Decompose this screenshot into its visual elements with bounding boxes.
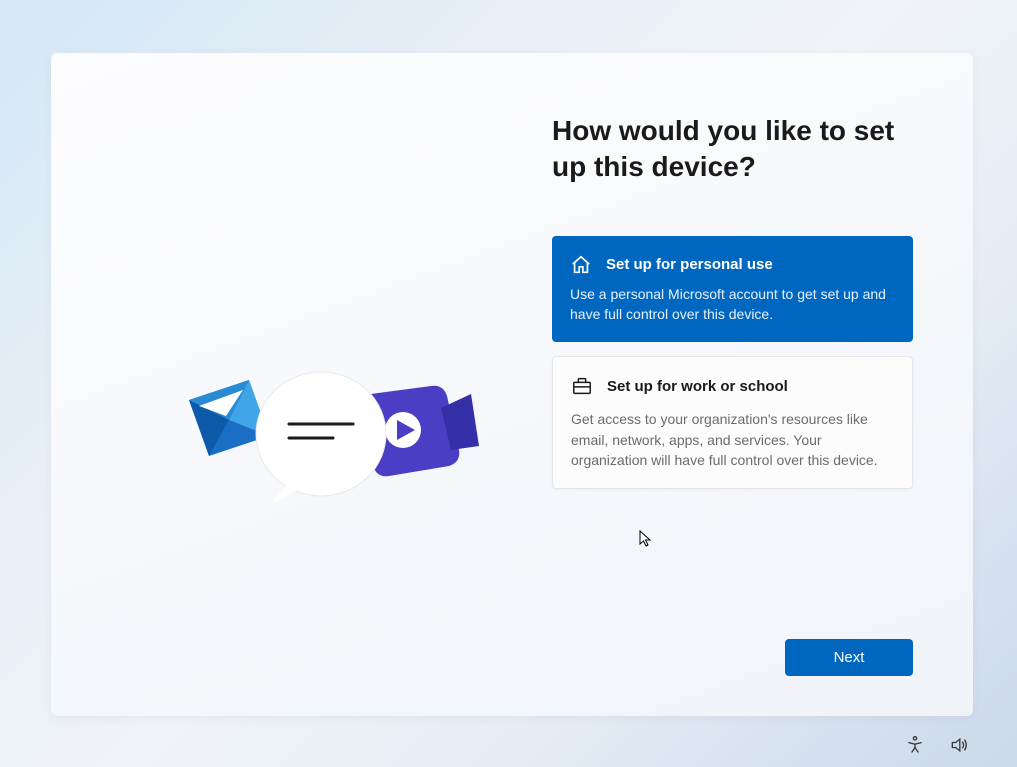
setup-card: How would you like to set up this device… <box>51 53 973 716</box>
chat-icon <box>256 372 386 506</box>
page-heading: How would you like to set up this device… <box>552 113 913 186</box>
volume-icon[interactable] <box>949 735 969 755</box>
home-icon <box>570 254 592 276</box>
option-personal-header: Set up for personal use <box>570 254 895 276</box>
option-personal-use[interactable]: Set up for personal use Use a personal M… <box>552 236 913 343</box>
option-work-school[interactable]: Set up for work or school Get access to … <box>552 356 913 489</box>
system-tray <box>905 735 969 755</box>
footer: Next <box>552 639 913 676</box>
option-work-title: Set up for work or school <box>607 378 788 395</box>
illustration-pane <box>51 53 512 716</box>
setup-illustration <box>171 338 491 518</box>
next-button[interactable]: Next <box>785 639 913 676</box>
option-personal-description: Use a personal Microsoft account to get … <box>570 284 895 325</box>
option-work-header: Set up for work or school <box>571 375 894 397</box>
briefcase-icon <box>571 375 593 397</box>
option-work-description: Get access to your organization's resour… <box>571 409 894 470</box>
accessibility-icon[interactable] <box>905 735 925 755</box>
option-personal-title: Set up for personal use <box>606 256 773 273</box>
content-pane: How would you like to set up this device… <box>512 53 973 716</box>
